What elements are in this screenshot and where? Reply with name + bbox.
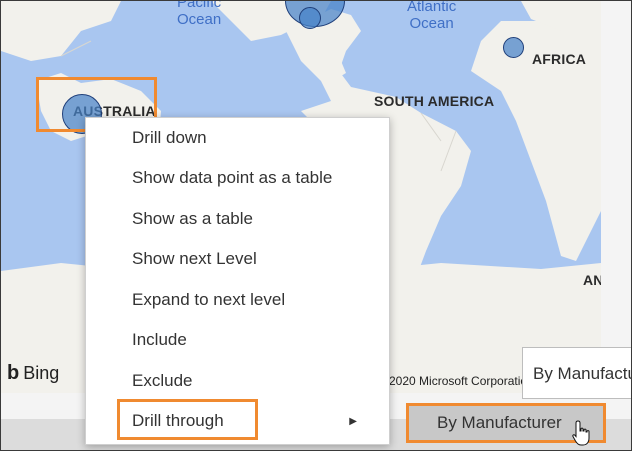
menu-item-include[interactable]: Include <box>86 322 389 358</box>
antarctica-label: AN <box>583 272 601 288</box>
menu-item-drill-down[interactable]: Drill down <box>86 120 389 156</box>
atlantic-ocean-label: Atlantic Ocean <box>407 1 457 32</box>
pacific-ocean-label: Pacific Ocean <box>177 1 222 28</box>
bing-label: Bing <box>23 363 60 383</box>
right-gutter <box>601 1 631 393</box>
menu-item-label: Expand to next level <box>132 290 286 309</box>
submenu-tooltip: By Manufacturer <box>522 347 631 399</box>
menu-item-label: Show next Level <box>132 249 257 268</box>
menu-item-label: Exclude <box>132 371 193 390</box>
data-bubble-north-america-small[interactable] <box>299 7 321 29</box>
bing-attribution: b Bing <box>7 362 59 385</box>
menu-item-exclude[interactable]: Exclude <box>86 363 389 399</box>
bing-logo-icon: b <box>7 362 20 384</box>
menu-item-label: Include <box>132 330 187 349</box>
map-copyright: 2020 Microsoft Corporation <box>389 374 534 388</box>
hand-pointer-icon <box>572 420 590 446</box>
menu-item-show-data-point-as-table[interactable]: Show data point as a table <box>86 160 389 196</box>
south-america-label: SOUTH AMERICA <box>374 93 495 109</box>
menu-item-label: Drill down <box>132 128 207 147</box>
menu-item-show-as-table[interactable]: Show as a table <box>86 201 389 237</box>
menu-item-label: Show as a table <box>132 209 253 228</box>
africa-label: AFRICA <box>532 51 587 67</box>
triangle-right-icon: ▶ <box>349 415 357 427</box>
context-menu: Drill down Show data point as a table Sh… <box>85 117 390 445</box>
menu-item-show-next-level[interactable]: Show next Level <box>86 241 389 277</box>
drill-through-highlight <box>117 399 258 440</box>
data-bubble-africa[interactable] <box>503 37 524 58</box>
report-visual-frame: Pacific Ocean Atlantic Ocean AFRICA SOUT… <box>0 0 632 451</box>
menu-item-label: Show data point as a table <box>132 168 333 187</box>
menu-item-expand-to-next-level[interactable]: Expand to next level <box>86 282 389 318</box>
by-manufacturer-label: By Manufacturer <box>437 413 562 432</box>
